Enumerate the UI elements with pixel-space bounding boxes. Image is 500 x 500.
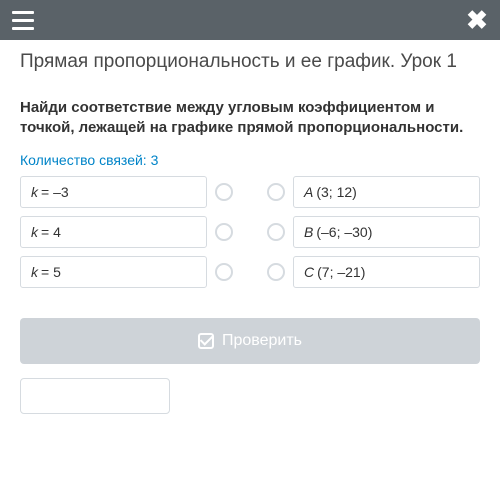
menu-button[interactable]	[6, 3, 40, 37]
secondary-button[interactable]	[20, 378, 170, 414]
coords-label: (7; –21)	[317, 264, 365, 280]
eq-label: = –3	[41, 184, 69, 200]
var-label: k	[31, 184, 38, 200]
match-row: k = –3 A (3; 12)	[20, 176, 480, 208]
point-label: C	[304, 264, 314, 280]
hamburger-icon	[12, 11, 34, 30]
check-icon	[198, 333, 214, 349]
var-label: k	[31, 224, 38, 240]
check-label: Проверить	[222, 332, 302, 350]
connector-left[interactable]	[215, 263, 233, 281]
right-option[interactable]: A (3; 12)	[293, 176, 480, 208]
top-bar: ✖	[0, 0, 500, 40]
secondary-row	[20, 378, 480, 414]
page-title: Прямая пропорциональность и ее график. У…	[20, 50, 480, 74]
coords-label: (3; 12)	[316, 184, 356, 200]
match-row: k = 5 C (7; –21)	[20, 256, 480, 288]
coords-label: (–6; –30)	[316, 224, 372, 240]
connector-left[interactable]	[215, 223, 233, 241]
left-option[interactable]: k = 5	[20, 256, 207, 288]
point-label: A	[304, 184, 313, 200]
connector-left[interactable]	[215, 183, 233, 201]
eq-label: = 4	[41, 224, 61, 240]
instruction-text: Найди соответствие между угловым коэффиц…	[20, 98, 480, 139]
check-button[interactable]: Проверить	[20, 318, 480, 364]
right-option[interactable]: C (7; –21)	[293, 256, 480, 288]
content-area: Прямая пропорциональность и ее график. У…	[0, 40, 500, 414]
match-row: k = 4 B (–6; –30)	[20, 216, 480, 248]
left-option[interactable]: k = 4	[20, 216, 207, 248]
left-option[interactable]: k = –3	[20, 176, 207, 208]
connector-right[interactable]	[267, 183, 285, 201]
close-button[interactable]: ✖	[460, 3, 494, 37]
links-count: Количество связей: 3	[20, 152, 480, 168]
connector-right[interactable]	[267, 223, 285, 241]
close-icon: ✖	[466, 7, 488, 33]
connector-right[interactable]	[267, 263, 285, 281]
var-label: k	[31, 264, 38, 280]
eq-label: = 5	[41, 264, 61, 280]
point-label: B	[304, 224, 313, 240]
right-option[interactable]: B (–6; –30)	[293, 216, 480, 248]
